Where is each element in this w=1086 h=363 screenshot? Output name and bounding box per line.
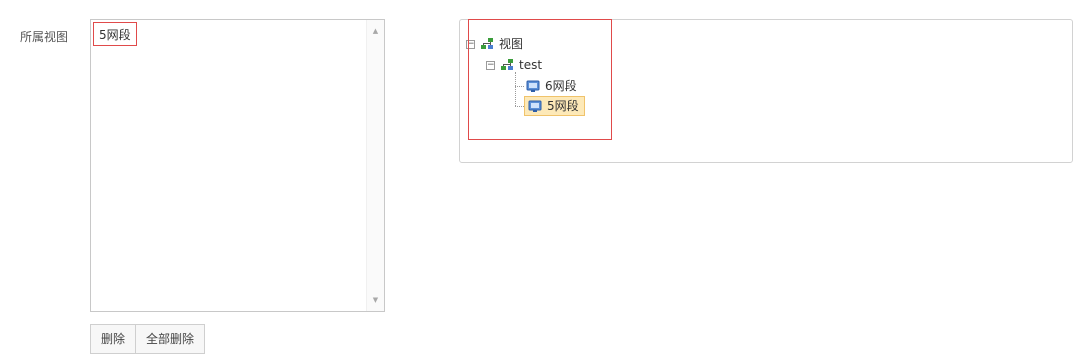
tree-node-label[interactable]: 视图	[497, 35, 525, 53]
field-label-view: 所属视图	[20, 30, 69, 44]
tree-connector-line	[515, 86, 524, 87]
tree-node-test[interactable]: − test	[486, 56, 544, 74]
network-group-icon	[481, 38, 493, 49]
monitor-icon	[528, 100, 542, 112]
tree-connector-line	[515, 106, 524, 107]
tree-node-leaf-selected[interactable]: 5网段	[524, 96, 585, 116]
tree-node-leaf[interactable]: 6网段	[526, 77, 579, 95]
selected-views-listbox[interactable]: 5网段 ▲ ▼	[90, 19, 385, 312]
listbox-scrollbar[interactable]: ▲ ▼	[366, 20, 384, 311]
tree-node-root[interactable]: − 视图	[466, 35, 525, 53]
list-action-buttons: 删除 全部删除	[90, 324, 206, 354]
collapse-toggle-icon[interactable]: −	[466, 39, 475, 49]
tree-node-label[interactable]: test	[517, 56, 544, 74]
network-group-icon	[501, 59, 513, 70]
list-item[interactable]: 5网段	[93, 22, 137, 46]
tree-connector-line	[515, 72, 516, 106]
delete-all-button[interactable]: 全部删除	[136, 324, 206, 354]
monitor-icon	[526, 80, 540, 92]
delete-button[interactable]: 删除	[90, 324, 137, 354]
scroll-up-arrow-icon[interactable]: ▲	[367, 24, 384, 38]
collapse-toggle-icon[interactable]: −	[486, 60, 495, 70]
scroll-down-arrow-icon[interactable]: ▼	[367, 293, 384, 307]
tree-node-label[interactable]: 5网段	[545, 97, 581, 115]
tree-node-label[interactable]: 6网段	[543, 77, 579, 95]
